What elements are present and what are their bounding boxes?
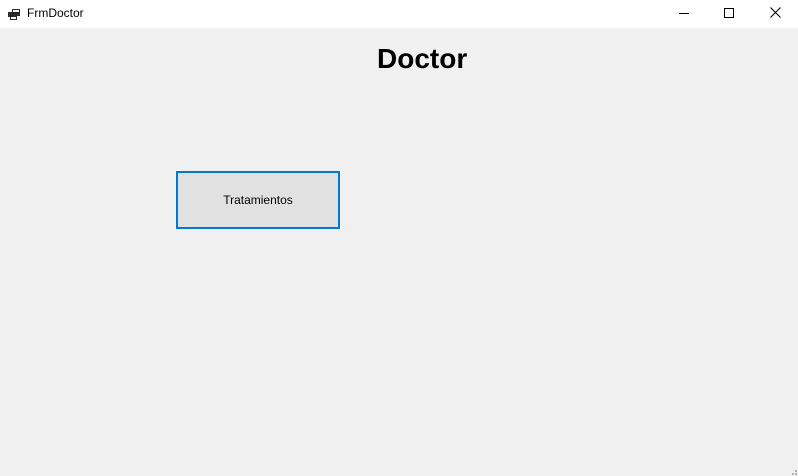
- maximize-button[interactable]: [706, 0, 752, 28]
- maximize-icon: [724, 5, 734, 23]
- page-title: Doctor: [377, 43, 468, 74]
- minimize-button[interactable]: [661, 0, 707, 28]
- close-button[interactable]: [752, 0, 798, 28]
- window-title: FrmDoctor: [27, 6, 84, 20]
- close-icon: [769, 5, 781, 23]
- app-form-icon[interactable]: [8, 7, 20, 20]
- tratamientos-button-label: Tratamientos: [223, 193, 293, 207]
- size-grip-icon[interactable]: [788, 466, 798, 476]
- app-window: FrmDoctor Doctor Tratamientos: [0, 0, 798, 476]
- form-client-area: Doctor Tratamientos: [0, 28, 798, 476]
- tratamientos-button[interactable]: Tratamientos: [176, 171, 340, 229]
- minimize-icon: [679, 5, 689, 23]
- title-bar[interactable]: FrmDoctor: [0, 0, 798, 28]
